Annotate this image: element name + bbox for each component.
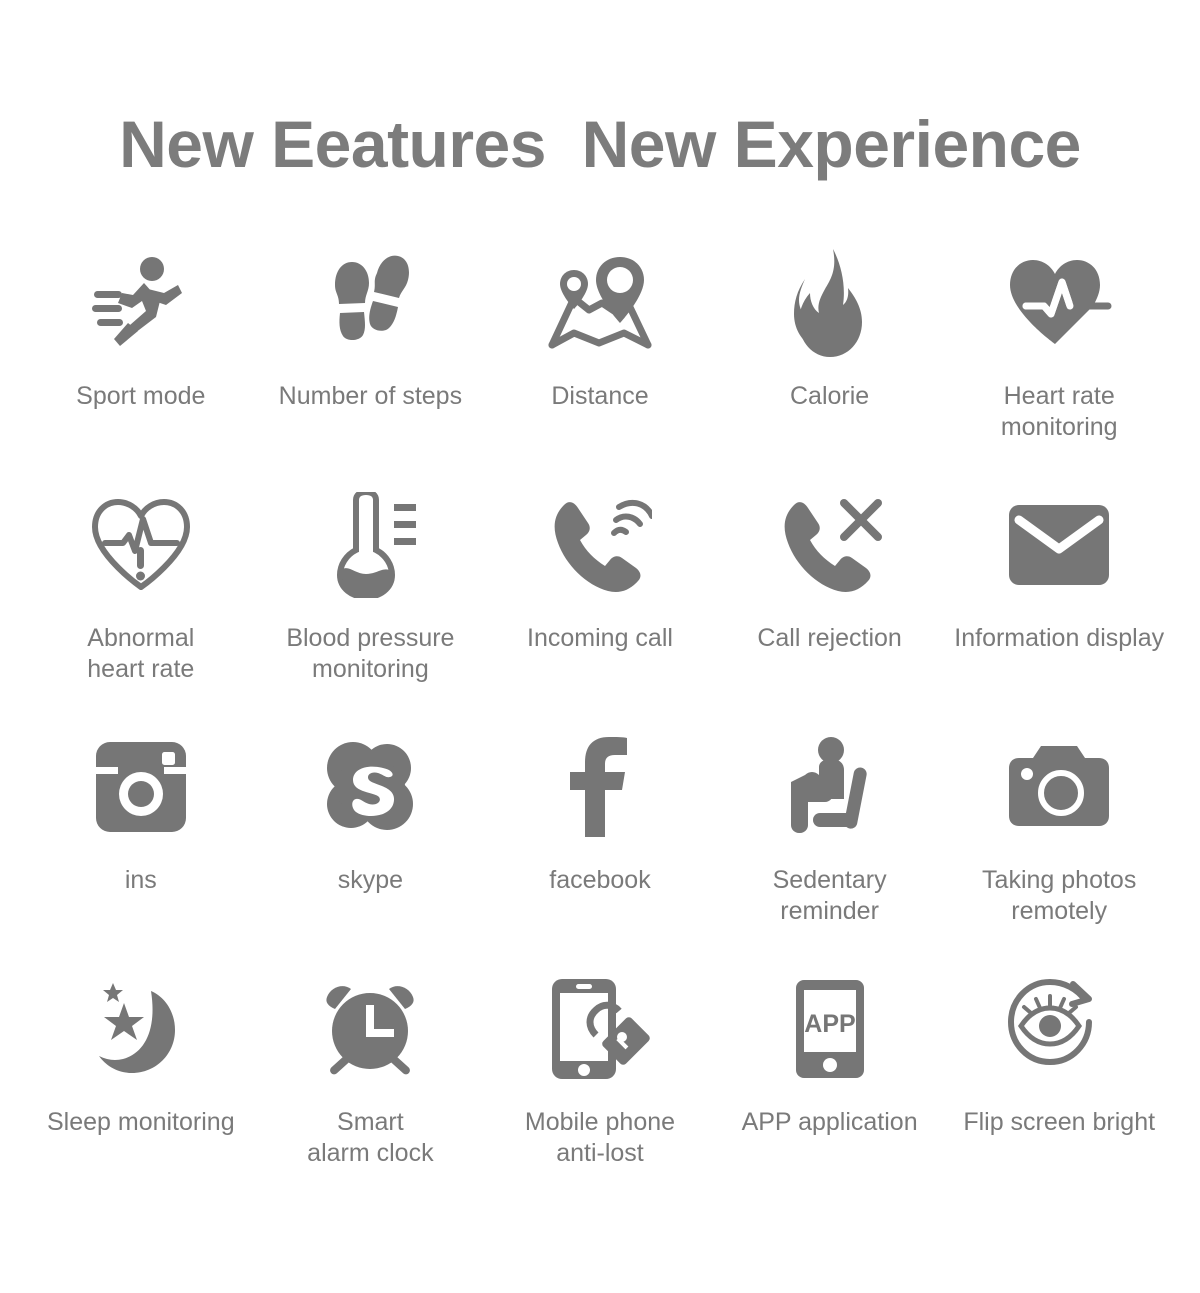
page-title: New Eeatures New Experience [119, 107, 1081, 181]
app-screen-text: APP [804, 1010, 855, 1038]
running-person-icon [81, 243, 201, 363]
envelope-icon [999, 485, 1119, 605]
map-route-pins-icon [540, 243, 660, 363]
heart-pulse-filled-icon [999, 243, 1119, 363]
feature-label: Flip screen bright [963, 1107, 1156, 1136]
feature-item-abnormal-heart-rate[interactable]: Abnormal heart rate [26, 485, 256, 727]
phone-app-icon: APP [770, 969, 890, 1089]
feature-label: Distance [551, 381, 649, 410]
feature-item-sedentary-reminder[interactable]: Sedentary reminder [715, 727, 945, 969]
feature-label: skype [337, 865, 404, 894]
feature-item-number-of-steps[interactable]: Number of steps [256, 243, 486, 485]
feature-label: APP application [741, 1107, 918, 1136]
feature-label: Call rejection [757, 623, 902, 652]
feature-item-ins[interactable]: ins [26, 727, 256, 969]
feature-label: Number of steps [278, 381, 463, 410]
phone-reject-icon [770, 485, 890, 605]
feature-item-information-display[interactable]: Information display [944, 485, 1174, 727]
footprints-icon [310, 243, 430, 363]
moon-stars-icon [81, 969, 201, 1089]
feature-label: Sleep monitoring [46, 1107, 235, 1136]
instagram-icon [81, 727, 201, 847]
skype-icon [310, 727, 430, 847]
feature-label: Calorie [789, 381, 870, 410]
feature-label: Blood pressure monitoring [286, 623, 455, 683]
feature-label: Sedentary reminder [772, 865, 887, 925]
feature-item-call-rejection[interactable]: Call rejection [715, 485, 945, 727]
feature-label: ins [124, 865, 157, 894]
feature-item-heart-rate-monitoring[interactable]: Heart rate monitoring [944, 243, 1174, 485]
alarm-clock-icon [310, 969, 430, 1089]
camera-icon [999, 727, 1119, 847]
feature-label: Abnormal heart rate [87, 623, 195, 683]
feature-infographic-page: New Eeatures New Experience Sport mode N… [0, 0, 1200, 1293]
feature-label: Taking photos remotely [982, 865, 1137, 925]
feature-item-taking-photos-remotely[interactable]: Taking photos remotely [944, 727, 1174, 969]
feature-label: Sport mode [76, 381, 206, 410]
feature-item-mobile-phone-anti-lost[interactable]: Mobile phone anti-lost [485, 969, 715, 1211]
feature-label: Mobile phone anti-lost [524, 1107, 676, 1167]
feature-item-app-application[interactable]: APP APP application [715, 969, 945, 1211]
feature-label: Information display [954, 623, 1165, 652]
facebook-icon [540, 727, 660, 847]
feature-label: Heart rate monitoring [1000, 381, 1118, 441]
feature-item-flip-screen-bright[interactable]: Flip screen bright [944, 969, 1174, 1211]
feature-label: Smart alarm clock [307, 1107, 434, 1167]
feature-item-smart-alarm-clock[interactable]: Smart alarm clock [256, 969, 486, 1211]
phone-ringing-icon [540, 485, 660, 605]
feature-item-calorie[interactable]: Calorie [715, 243, 945, 485]
flame-icon [770, 243, 890, 363]
feature-item-skype[interactable]: skype [256, 727, 486, 969]
eye-rotate-icon [999, 969, 1119, 1089]
thermometer-icon [310, 485, 430, 605]
feature-label: Incoming call [527, 623, 673, 652]
heart-pulse-outline-alert-icon [81, 485, 201, 605]
feature-grid: Sport mode Number of steps Distance Calo… [0, 243, 1200, 1211]
feature-item-distance[interactable]: Distance [485, 243, 715, 485]
feature-item-blood-pressure-monitoring[interactable]: Blood pressure monitoring [256, 485, 486, 727]
feature-item-incoming-call[interactable]: Incoming call [485, 485, 715, 727]
phone-lock-icon [540, 969, 660, 1089]
feature-item-facebook[interactable]: facebook [485, 727, 715, 969]
person-sitting-icon [770, 727, 890, 847]
feature-item-sleep-monitoring[interactable]: Sleep monitoring [26, 969, 256, 1211]
feature-label: facebook [549, 865, 651, 894]
feature-item-sport-mode[interactable]: Sport mode [26, 243, 256, 485]
